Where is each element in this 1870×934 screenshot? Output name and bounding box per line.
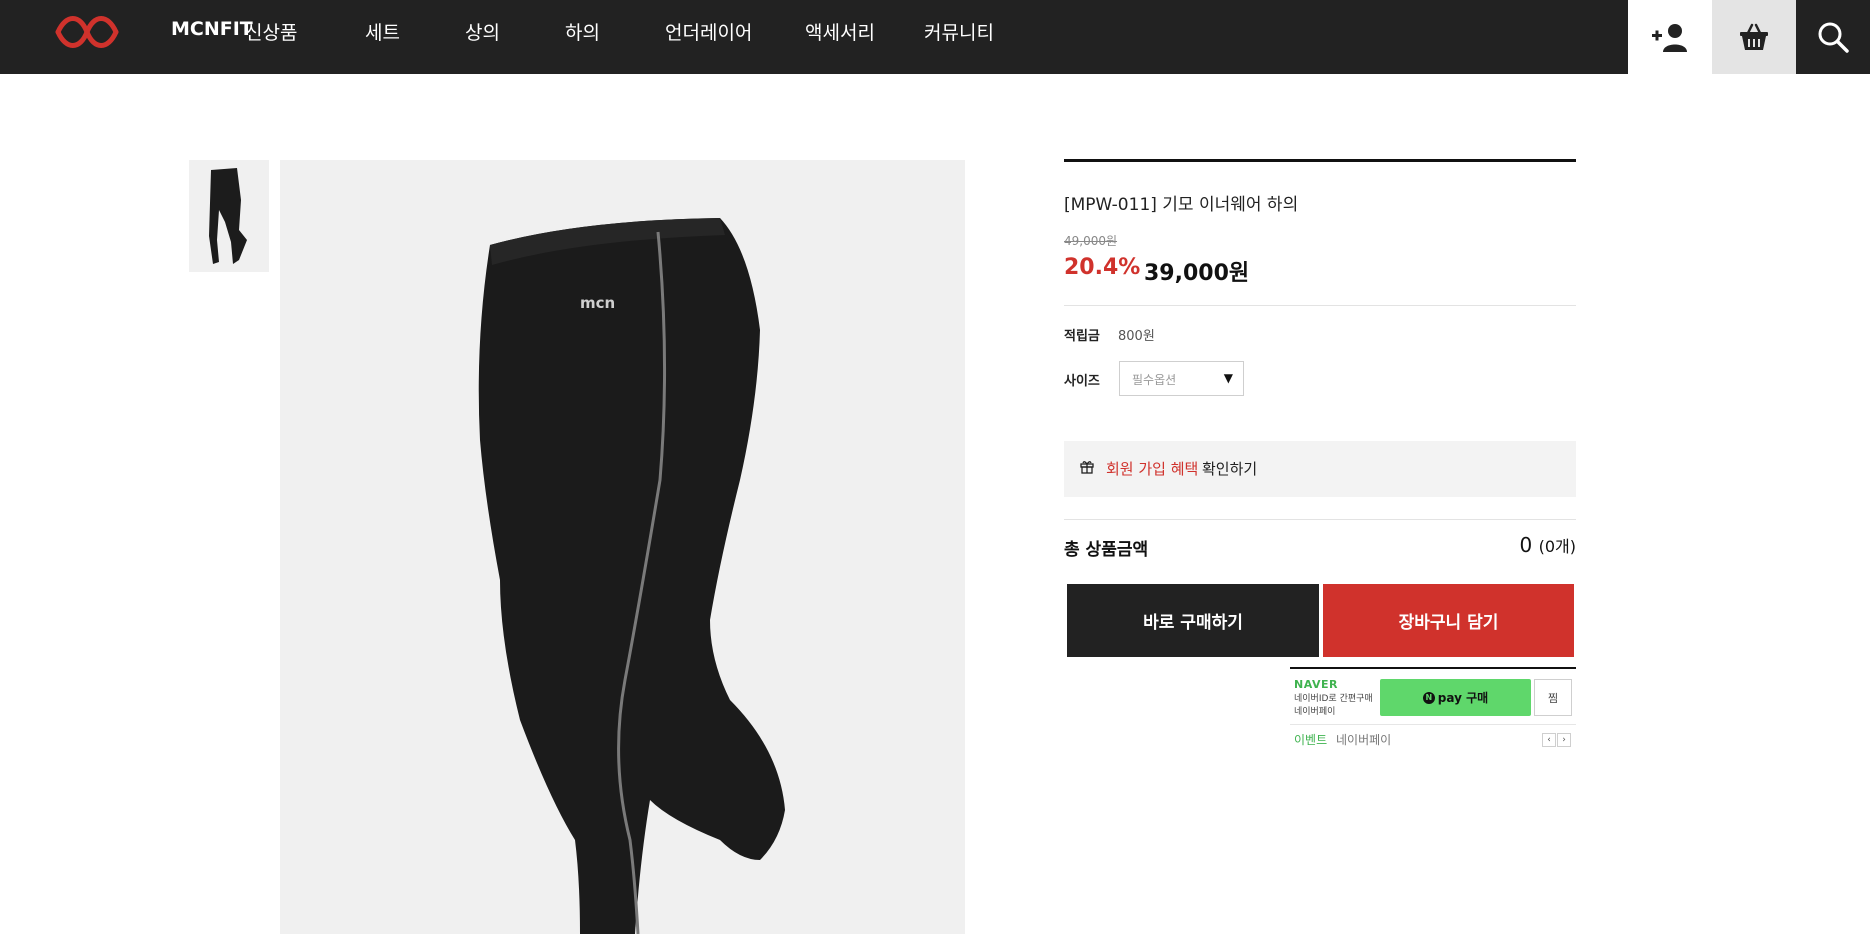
wishlist-button[interactable]: 찜: [1534, 679, 1572, 716]
size-label: 사이즈: [1064, 374, 1100, 389]
divider: [1064, 305, 1576, 306]
points-value: 800원: [1118, 329, 1155, 344]
divider: [1064, 159, 1576, 162]
product-thumbnail[interactable]: [189, 160, 269, 272]
total-value: 0: [1519, 533, 1533, 557]
nav-brand-mcnfit[interactable]: MCNFIT: [171, 18, 253, 40]
cart-icon: [1740, 23, 1768, 50]
naver-logo: NAVER: [1294, 678, 1338, 691]
total-price: 0 (0개): [1520, 533, 1576, 557]
nav-community[interactable]: 커뮤니티: [924, 18, 994, 45]
points-label: 적립금: [1064, 329, 1100, 344]
size-select[interactable]: 필수옵션 ▼: [1119, 361, 1244, 396]
join-icon: [1652, 24, 1687, 52]
gift-icon: [1080, 461, 1094, 474]
sale-price: 39,000원: [1144, 261, 1250, 286]
discount-rate: 20.4%: [1064, 255, 1141, 280]
member-benefit-banner[interactable]: 회원 가입 혜택 확인하기: [1064, 441, 1576, 497]
search-button[interactable]: [1796, 0, 1870, 74]
nav-accessories[interactable]: 액세서리: [805, 18, 875, 45]
cart-button[interactable]: [1712, 0, 1796, 74]
divider: [1290, 667, 1576, 669]
chevron-right-icon[interactable]: ›: [1557, 733, 1571, 747]
nav-new-arrivals[interactable]: 신상품: [245, 18, 297, 45]
divider: [1064, 519, 1576, 520]
size-select-value: 필수옵션: [1132, 373, 1177, 387]
product-main-image: mcn: [280, 160, 965, 934]
buy-now-button[interactable]: 바로 구매하기: [1067, 584, 1319, 657]
original-price: 49,000원: [1064, 234, 1118, 248]
total-label: 총 상품금액: [1064, 540, 1149, 560]
nav-bottoms[interactable]: 하의: [565, 18, 600, 45]
naverpay-widget: NAVER 네이버ID로 간편구매 네이버페이 Npay 구매 찜 이벤트 네이…: [1290, 667, 1576, 759]
total-count: (0개): [1538, 537, 1576, 556]
event-label: 이벤트: [1294, 733, 1328, 747]
divider: [1290, 724, 1576, 725]
benefit-text: 확인하기: [1202, 460, 1258, 478]
product-title: [MPW-011] 기모 이너웨어 하의: [1064, 195, 1299, 215]
nav-underlayer[interactable]: 언더레이어: [665, 18, 752, 45]
nav-tops[interactable]: 상의: [465, 18, 500, 45]
event-text[interactable]: 네이버페이: [1336, 731, 1391, 748]
naverpay-buy-label: pay 구매: [1437, 691, 1489, 705]
nav-set[interactable]: 세트: [365, 18, 400, 45]
chevron-left-icon[interactable]: ‹: [1542, 733, 1556, 747]
naverpay-buy-button[interactable]: Npay 구매: [1380, 679, 1531, 716]
top-navigation-bar: MCNFIT 신상품 세트 상의 하의 언더레이어 액세서리 커뮤니티: [0, 0, 1870, 74]
svg-text:mcn: mcn: [580, 294, 615, 312]
mcnfit-logo[interactable]: [52, 12, 122, 52]
join-button[interactable]: [1628, 0, 1712, 74]
caret-down-icon: ▼: [1223, 371, 1233, 385]
naverpay-description: 네이버ID로 간편구매 네이버페이: [1294, 694, 1373, 717]
add-to-cart-button[interactable]: 장바구니 담기: [1323, 584, 1574, 657]
leggings-image: mcn: [478, 218, 785, 934]
benefit-highlight: 회원 가입 혜택: [1106, 460, 1199, 478]
search-icon: [1818, 22, 1849, 53]
leggings-thumbnail-image: [209, 168, 247, 264]
naver-n-icon: N: [1422, 691, 1435, 704]
